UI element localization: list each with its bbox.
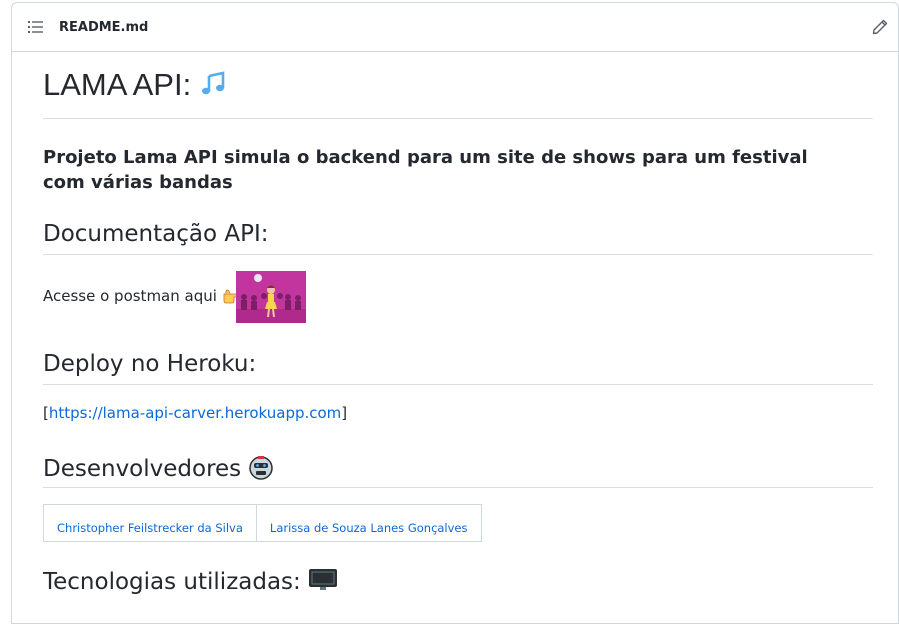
pencil-icon[interactable] <box>872 19 888 35</box>
developer-link-larissa[interactable]: Larissa de Souza Lanes Gonçalves <box>270 521 468 535</box>
title-text: LAMA API: <box>43 67 192 102</box>
title-divider <box>43 118 873 119</box>
devs-heading-text: Desenvolvedores <box>43 456 242 482</box>
docs-heading: Documentação API: <box>43 221 269 247</box>
docs-paragraph: Acesse o postman aqui <box>43 287 245 305</box>
heroku-link[interactable]: https://lama-api-carver.herokuapp.com <box>49 404 341 422</box>
list-icon[interactable] <box>28 20 44 34</box>
page-title: LAMA API: <box>43 67 228 103</box>
computer-monitor-icon <box>309 569 338 590</box>
readme-header: README.md <box>12 3 898 52</box>
bracket-close: ] <box>341 404 348 422</box>
deploy-divider <box>43 384 873 385</box>
developer-link-christopher[interactable]: Christopher Feilstrecker da Silva <box>57 521 243 535</box>
docs-divider <box>43 254 873 255</box>
project-description: Projeto Lama API simula o backend para u… <box>43 147 808 193</box>
docs-text: Acesse o postman aqui <box>43 287 217 305</box>
deploy-paragraph: [https://lama-api-carver.herokuapp.com] <box>43 404 347 422</box>
devs-divider <box>43 487 873 488</box>
robot-face-icon <box>249 456 274 480</box>
deploy-heading: Deploy no Heroku: <box>43 351 257 377</box>
tech-heading-text: Tecnologias utilizadas: <box>43 569 301 595</box>
developer-cell: Larissa de Souza Lanes Gonçalves <box>255 504 482 542</box>
developer-cell: Christopher Feilstrecker da Silva <box>43 504 257 542</box>
devs-heading: Desenvolvedores <box>43 454 274 482</box>
file-name: README.md <box>59 20 149 35</box>
tech-heading: Tecnologias utilizadas: <box>43 568 338 595</box>
dancing-party-gif-icon[interactable] <box>236 271 306 323</box>
developers-table: Christopher Feilstrecker da Silva Lariss… <box>43 504 482 542</box>
table-row: Christopher Feilstrecker da Silva Lariss… <box>43 504 482 542</box>
musical-notes-icon <box>200 71 227 96</box>
